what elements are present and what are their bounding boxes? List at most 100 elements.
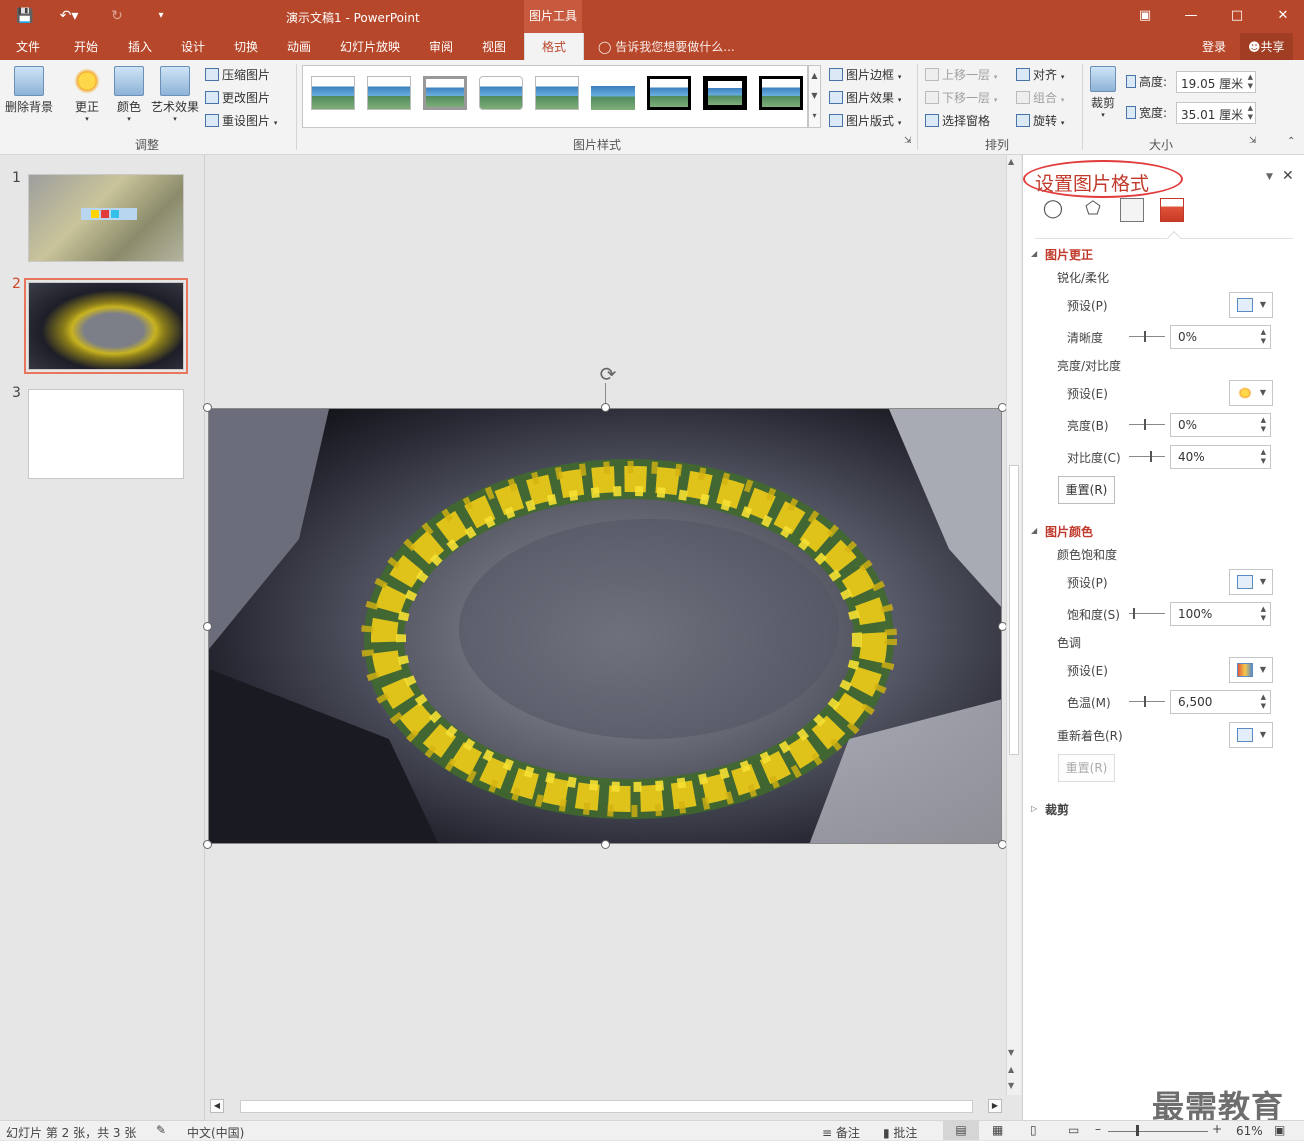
reset-corrections-button[interactable]: 重置(R) bbox=[1058, 476, 1115, 504]
maximize-button[interactable]: □ bbox=[1224, 6, 1250, 26]
spin-arrows-icon[interactable]: ▲ ▼ bbox=[1248, 73, 1253, 91]
language-indicator[interactable]: 中文(中国) bbox=[187, 1124, 244, 1141]
zoom-out-icon[interactable]: – bbox=[1095, 1122, 1101, 1136]
tab-file[interactable]: 文件 bbox=[16, 38, 40, 55]
change-picture-button[interactable]: 更改图片 bbox=[205, 89, 270, 107]
comments-button[interactable]: ▮ 批注 bbox=[883, 1124, 917, 1141]
rotate-handle-icon[interactable]: ⟳ bbox=[596, 362, 620, 386]
style-thumb[interactable] bbox=[647, 76, 691, 110]
scroll-thumb[interactable] bbox=[1009, 465, 1019, 755]
rotate-button[interactable]: 旋转 ▾ bbox=[1016, 112, 1064, 130]
section-picture-corrections[interactable]: 图片更正 bbox=[1045, 246, 1093, 263]
slide-thumbnail-3[interactable] bbox=[28, 389, 184, 479]
slider-knob[interactable] bbox=[1144, 696, 1146, 707]
slide-thumbnail-1[interactable] bbox=[28, 174, 184, 262]
notes-button[interactable]: ≡ 备注 bbox=[822, 1124, 860, 1141]
zoom-slider-knob[interactable] bbox=[1136, 1125, 1139, 1136]
spin-arrows-icon[interactable]: ▲ ▼ bbox=[1261, 605, 1266, 623]
picture-border-button[interactable]: 图片边框 ▾ bbox=[829, 66, 901, 84]
selection-pane-button[interactable]: 选择窗格 bbox=[925, 112, 990, 130]
spin-arrows-icon[interactable]: ▲ ▼ bbox=[1248, 104, 1253, 122]
spin-arrows-icon[interactable]: ▲ ▼ bbox=[1261, 328, 1266, 346]
slideshow-icon[interactable]: ▭ bbox=[1068, 1123, 1079, 1137]
compress-pictures-button[interactable]: 压缩图片 bbox=[205, 66, 270, 84]
tell-me-search[interactable]: ◯ 告诉我您想要做什么... bbox=[598, 38, 735, 55]
zoom-slider[interactable] bbox=[1108, 1131, 1208, 1132]
recolor-dropdown[interactable]: ▼ bbox=[1229, 722, 1273, 748]
crop-button[interactable]: 裁剪 ▾ bbox=[1088, 64, 1118, 119]
scroll-right-icon[interactable]: ▶ bbox=[988, 1099, 1002, 1113]
selected-picture[interactable] bbox=[208, 408, 1002, 844]
size-properties-icon[interactable] bbox=[1120, 198, 1144, 222]
expand-caret-icon[interactable]: ◢ bbox=[1031, 249, 1037, 258]
style-thumb[interactable] bbox=[423, 76, 467, 110]
tab-home[interactable]: 开始 bbox=[74, 38, 98, 55]
style-thumb[interactable] bbox=[535, 76, 579, 110]
effects-pentagon-icon[interactable]: ⬠ bbox=[1081, 198, 1105, 222]
customize-qat-icon[interactable]: ▾ bbox=[150, 6, 172, 26]
tab-view[interactable]: 视图 bbox=[482, 38, 506, 55]
save-icon[interactable]: 💾 bbox=[14, 6, 36, 26]
slide-sorter-icon[interactable]: ▦ bbox=[992, 1123, 1003, 1137]
gallery-scroll[interactable]: ▲ ▼ ▾ bbox=[808, 65, 821, 128]
tab-insert[interactable]: 插入 bbox=[128, 38, 152, 55]
picture-layout-button[interactable]: 图片版式 ▾ bbox=[829, 112, 901, 130]
resize-handle[interactable] bbox=[203, 622, 212, 631]
resize-handle[interactable] bbox=[203, 840, 212, 849]
saturation-spinner[interactable]: 100% ▲ ▼ bbox=[1170, 602, 1271, 626]
vertical-scrollbar[interactable]: ▲ ▼ ▲ ▼ bbox=[1006, 155, 1021, 1095]
expand-caret-icon[interactable]: ◢ bbox=[1031, 526, 1037, 535]
pane-options-icon[interactable]: ▼ bbox=[1266, 172, 1273, 182]
brightness-slider[interactable] bbox=[1129, 419, 1165, 430]
scroll-down-icon[interactable]: ▼ bbox=[1008, 1048, 1014, 1057]
spin-arrows-icon[interactable]: ▲ ▼ bbox=[1261, 693, 1266, 711]
temperature-spinner[interactable]: 6,500 ▲ ▼ bbox=[1170, 690, 1271, 714]
tab-slideshow[interactable]: 幻灯片放映 bbox=[340, 38, 400, 55]
previous-slide-icon[interactable]: ▲ bbox=[1008, 1065, 1014, 1074]
minimize-button[interactable]: — bbox=[1178, 6, 1204, 26]
contrast-spinner[interactable]: 40% ▲ ▼ bbox=[1170, 445, 1271, 469]
fill-line-icon[interactable]: ◯ bbox=[1041, 198, 1065, 222]
scroll-left-icon[interactable]: ◀ bbox=[210, 1099, 224, 1113]
style-thumb[interactable] bbox=[591, 76, 635, 110]
style-thumb[interactable] bbox=[759, 76, 803, 110]
spell-check-icon[interactable]: ✎ bbox=[156, 1123, 166, 1137]
sharpness-slider[interactable] bbox=[1129, 331, 1165, 342]
slider-knob[interactable] bbox=[1133, 608, 1135, 619]
signin-link[interactable]: 登录 bbox=[1202, 38, 1226, 55]
share-button[interactable]: ☻共享 bbox=[1240, 33, 1293, 60]
collapse-ribbon-icon[interactable]: ⌃ bbox=[1287, 136, 1295, 147]
reading-view-icon[interactable]: ▯ bbox=[1030, 1123, 1037, 1137]
tab-transitions[interactable]: 切换 bbox=[234, 38, 258, 55]
redo-icon[interactable]: ↻ bbox=[106, 6, 128, 26]
style-thumb[interactable] bbox=[479, 76, 523, 110]
section-crop[interactable]: 裁剪 bbox=[1045, 801, 1069, 818]
slider-knob[interactable] bbox=[1150, 451, 1152, 462]
resize-handle[interactable] bbox=[203, 403, 212, 412]
dialog-launcher-icon[interactable]: ⇲ bbox=[1249, 136, 1257, 146]
undo-icon[interactable]: ↶▾ bbox=[58, 6, 80, 26]
width-spinner[interactable]: 35.01 厘米 ▲ ▼ bbox=[1176, 102, 1256, 124]
dialog-launcher-icon[interactable]: ⇲ bbox=[904, 136, 912, 146]
pane-close-icon[interactable]: ✕ bbox=[1282, 168, 1294, 184]
picture-effects-button[interactable]: 图片效果 ▾ bbox=[829, 89, 901, 107]
close-button[interactable]: ✕ bbox=[1270, 6, 1296, 26]
horizontal-scrollbar[interactable]: ◀ ▶ bbox=[206, 1095, 1006, 1118]
tab-format[interactable]: 格式 bbox=[524, 33, 585, 60]
saturation-preset-dropdown[interactable]: ▼ bbox=[1229, 569, 1273, 595]
picture-icon[interactable] bbox=[1160, 198, 1184, 222]
tab-review[interactable]: 审阅 bbox=[429, 38, 453, 55]
resize-handle[interactable] bbox=[601, 840, 610, 849]
sharpness-spinner[interactable]: 0% ▲ ▼ bbox=[1170, 325, 1271, 349]
temperature-slider[interactable] bbox=[1129, 696, 1165, 707]
tab-animations[interactable]: 动画 bbox=[287, 38, 311, 55]
slide-thumbnail-2[interactable] bbox=[24, 278, 188, 374]
reset-picture-button[interactable]: 重设图片 ▾ bbox=[205, 112, 277, 130]
brightness-preset-dropdown[interactable]: ▼ bbox=[1229, 380, 1273, 406]
spin-arrows-icon[interactable]: ▲ ▼ bbox=[1261, 416, 1266, 434]
style-thumb[interactable] bbox=[703, 76, 747, 110]
ribbon-display-options-icon[interactable]: ▣ bbox=[1132, 6, 1158, 26]
zoom-level[interactable]: 61% bbox=[1236, 1124, 1263, 1138]
saturation-slider[interactable] bbox=[1129, 608, 1165, 619]
style-thumb[interactable] bbox=[367, 76, 411, 110]
